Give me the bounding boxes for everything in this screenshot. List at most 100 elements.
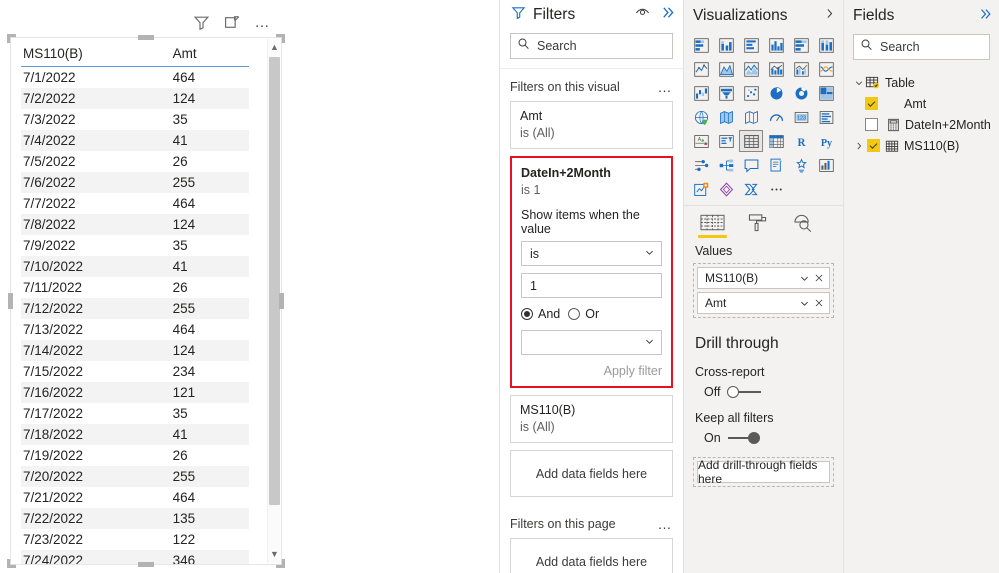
fields-tab[interactable] (698, 214, 727, 238)
line-chart-icon[interactable] (689, 58, 713, 80)
table-row[interactable]: 7/23/2022 122 (21, 529, 249, 550)
stacked-bar-chart-icon[interactable] (689, 34, 713, 56)
waterfall-chart-icon[interactable] (689, 82, 713, 104)
table-row[interactable]: 7/2/2022 124 (21, 88, 249, 109)
fields-search-input[interactable]: Search (853, 34, 990, 60)
focus-mode-icon[interactable] (224, 14, 241, 31)
format-tab[interactable] (743, 213, 772, 238)
multi-row-card-icon[interactable] (814, 106, 838, 128)
scroll-up-icon[interactable]: ▲ (268, 40, 281, 55)
keep-all-filters-toggle[interactable] (727, 432, 762, 444)
chevron-down-icon[interactable] (852, 78, 865, 88)
shape-map-icon[interactable] (739, 106, 763, 128)
r-script-visual-icon[interactable]: R (789, 130, 813, 152)
qna-icon[interactable] (739, 154, 763, 176)
clustered-bar-chart-icon[interactable] (739, 34, 763, 56)
table-icon[interactable] (739, 130, 763, 152)
table-visual[interactable]: MS110(B) Amt 7/1/2022 464 7/2/2022 124 7/3/2… (7, 34, 285, 568)
table-row[interactable]: 7/22/2022 135 (21, 508, 249, 529)
scrollbar-thumb[interactable] (269, 57, 280, 505)
keep-all-filters-toggle-row[interactable]: On (684, 425, 843, 445)
filter-logic-and-radio[interactable]: And (521, 307, 560, 321)
report-canvas[interactable]: … MS110(B) Amt 7/1/2022 464 7/2/2022 124… (0, 0, 499, 573)
key-influencers-icon[interactable] (689, 154, 713, 176)
ribbon-chart-icon[interactable] (814, 58, 838, 80)
fields-tree-node-ms110b[interactable]: MS110(B) (852, 135, 999, 156)
metrics-icon[interactable] (814, 154, 838, 176)
100-stacked-column-chart-icon[interactable] (814, 34, 838, 56)
resize-handle-left-center[interactable] (8, 293, 13, 309)
resize-handle-top-center[interactable] (138, 35, 154, 40)
close-icon[interactable] (814, 273, 824, 283)
checkbox-checked-icon[interactable] (865, 97, 878, 110)
analytics-tab[interactable] (788, 213, 817, 238)
table-row[interactable]: 7/20/2022 255 (21, 466, 249, 487)
visual-header-toolbar[interactable]: … (193, 14, 272, 31)
pie-chart-icon[interactable] (764, 82, 788, 104)
table-row[interactable]: 7/24/2022 346 (21, 550, 249, 564)
filter-icon[interactable] (193, 14, 210, 31)
fields-tree-node-table[interactable]: Table (852, 72, 999, 93)
table-row[interactable]: 7/14/2022 124 (21, 340, 249, 361)
line-clustered-column-chart-icon[interactable] (789, 58, 813, 80)
scroll-down-icon[interactable]: ▼ (268, 547, 281, 562)
visualization-build-tabs[interactable] (684, 205, 843, 238)
filters-visual-more-icon[interactable]: … (658, 80, 674, 94)
funnel-chart-icon[interactable] (714, 82, 738, 104)
fields-tree[interactable]: Table Amt DateIn+2Month MS110(B) (844, 68, 999, 156)
scatter-chart-icon[interactable] (739, 82, 763, 104)
filter-card-datein2month[interactable]: DateIn+2Month is 1 Show items when the v… (510, 156, 673, 388)
fields-tree-node-datein2month[interactable]: DateIn+2Month (852, 114, 999, 135)
table-row[interactable]: 7/13/2022 464 (21, 319, 249, 340)
filters-search-input[interactable]: Search (510, 33, 673, 59)
table-row[interactable]: 7/3/2022 35 (21, 109, 249, 130)
map-icon[interactable] (689, 106, 713, 128)
visual-more-options-icon[interactable]: … (255, 15, 272, 30)
card-icon[interactable]: 123 (789, 106, 813, 128)
paginated-report-icon[interactable] (789, 154, 813, 176)
page-filters-dropzone[interactable]: Add data fields here (510, 538, 673, 573)
slicer-icon[interactable] (714, 130, 738, 152)
more-options-icon[interactable] (764, 178, 788, 200)
drill-through-dropzone-wrapper[interactable]: Add drill-through fields here (693, 457, 834, 487)
treemap-icon[interactable] (814, 82, 838, 104)
eye-icon[interactable] (635, 5, 650, 25)
filter-card-ms110b[interactable]: MS110(B) is (All) (510, 395, 673, 443)
column-header-ms110b[interactable]: MS110(B) (21, 44, 159, 67)
table-row[interactable]: 7/8/2022 124 (21, 214, 249, 235)
table-row[interactable]: 7/10/2022 41 (21, 256, 249, 277)
table-row[interactable]: 7/19/2022 26 (21, 445, 249, 466)
resize-handle-bottom-center[interactable] (138, 562, 154, 567)
filter-condition-dropdown[interactable]: is (521, 241, 662, 266)
power-apps-icon[interactable] (714, 178, 738, 200)
chevron-right-icon[interactable] (823, 7, 836, 25)
resize-handle-right-center[interactable] (279, 293, 284, 309)
table-row[interactable]: 7/4/2022 41 (21, 130, 249, 151)
smart-narrative-icon[interactable] (764, 154, 788, 176)
filters-page-more-icon[interactable]: … (658, 517, 674, 531)
get-more-visuals-icon[interactable] (689, 178, 713, 200)
line-stacked-column-chart-icon[interactable] (764, 58, 788, 80)
drill-through-dropzone[interactable]: Add drill-through fields here (697, 458, 830, 486)
donut-chart-icon[interactable] (789, 82, 813, 104)
filter-value-input[interactable]: 1 (521, 273, 662, 298)
field-well-item[interactable]: MS110(B) (697, 267, 830, 289)
values-field-well[interactable]: MS110(B) Amt (693, 263, 834, 318)
table-scroll-area[interactable]: MS110(B) Amt 7/1/2022 464 7/2/2022 124 7/3/2… (11, 38, 281, 564)
table-row[interactable]: 7/16/2022 121 (21, 382, 249, 403)
table-row[interactable]: 7/17/2022 35 (21, 403, 249, 424)
field-well-item[interactable]: Amt (697, 292, 830, 314)
stacked-area-chart-icon[interactable] (739, 58, 763, 80)
matrix-icon[interactable] (764, 130, 788, 152)
table-row[interactable]: 7/1/2022 464 (21, 67, 249, 89)
filter-second-condition-dropdown[interactable] (521, 330, 662, 355)
stacked-column-chart-icon[interactable] (714, 34, 738, 56)
table-row[interactable]: 7/7/2022 464 (21, 193, 249, 214)
python-visual-icon[interactable]: Py (814, 130, 838, 152)
visual-filters-dropzone[interactable]: Add data fields here (510, 450, 673, 497)
gauge-icon[interactable] (764, 106, 788, 128)
table-row[interactable]: 7/12/2022 255 (21, 298, 249, 319)
kpi-icon[interactable]: A (689, 130, 713, 152)
chevron-down-icon[interactable] (799, 273, 810, 284)
apply-filter-button[interactable]: Apply filter (604, 364, 662, 378)
